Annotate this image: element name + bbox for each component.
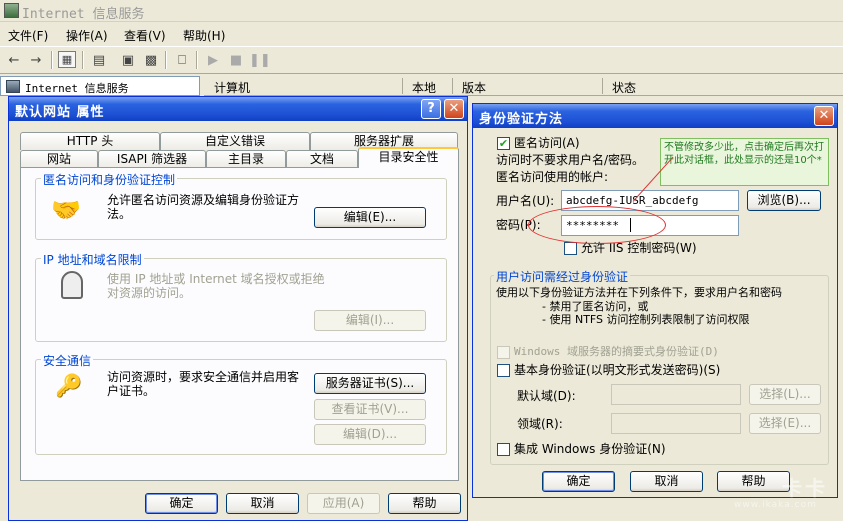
- tab-http-headers[interactable]: HTTP 头: [20, 132, 160, 150]
- basic-auth-checkbox[interactable]: [497, 364, 510, 377]
- main-title-bar: Internet 信息服务: [0, 0, 843, 22]
- secure-group-label: 安全通信: [41, 352, 94, 369]
- integrated-auth-checkbox[interactable]: [497, 443, 510, 456]
- username-label: 用户名(U):: [496, 194, 555, 208]
- toolbar-separator: [82, 51, 84, 69]
- highlight-ellipse: [528, 206, 666, 244]
- tab-custom-errors[interactable]: 自定义错误: [160, 132, 310, 150]
- ip-description: 使用 IP 地址或 Internet 域名授权或拒绝对资源的访问。: [107, 272, 325, 300]
- auth-description: 使用以下身份验证方法并在下列条件下，要求用户名和密码: [496, 286, 782, 299]
- basic-auth-label: 基本身份验证(以明文形式发送密码)(S): [514, 363, 721, 377]
- auth-title-bar: 身份验证方法 ✕: [473, 104, 837, 128]
- browse-button[interactable]: 浏览(B)...: [747, 190, 821, 211]
- export-list-icon[interactable]: ▤: [89, 51, 109, 70]
- auth-condition-1: - 禁用了匿名访问，或: [542, 300, 649, 313]
- allow-iis-checkbox[interactable]: [564, 242, 577, 255]
- auth-title: 身份验证方法: [479, 112, 564, 127]
- back-arrow-icon[interactable]: ←: [4, 51, 24, 70]
- select-domain-button[interactable]: 选择(L)...: [749, 384, 821, 405]
- show-tree-icon[interactable]: ▦: [58, 51, 76, 68]
- forward-arrow-icon[interactable]: →: [26, 51, 46, 70]
- column-divider: [402, 78, 403, 94]
- anon-description: 允许匿名访问资源及编辑身份验证方法。: [107, 193, 300, 221]
- auth-methods-dialog: 身份验证方法 ✕ ✔ 匿名访问(A) 访问时不要求用户名/密码。 匿名访问使用的…: [472, 103, 838, 498]
- lock-icon: [61, 271, 83, 299]
- tab-documents[interactable]: 文档: [286, 150, 358, 168]
- anon-account-text: 匿名访问使用的帐户:: [496, 170, 609, 184]
- menu-help[interactable]: 帮助(H): [183, 27, 225, 44]
- toolbar: ← → ▦ ▤ ▣ ▩ ⎕ ▶ ■ ❚❚: [0, 46, 843, 74]
- computer-icon[interactable]: ⎕: [172, 51, 192, 70]
- menu-view[interactable]: 查看(V): [124, 27, 166, 44]
- view-certificate-button[interactable]: 查看证书(V)...: [314, 399, 426, 420]
- close-icon[interactable]: ✕: [444, 99, 464, 119]
- tab-directory-security[interactable]: 目录安全性: [358, 147, 459, 168]
- tab-website[interactable]: 网站: [20, 150, 98, 168]
- secure-edit-button[interactable]: 编辑(D)...: [314, 424, 426, 445]
- watermark-url: www.ikaka.com: [734, 500, 817, 510]
- tab-isapi-filters[interactable]: ISAPI 筛选器: [98, 150, 206, 168]
- stop-icon[interactable]: ■: [226, 51, 246, 70]
- key-icon: 🔑: [55, 374, 83, 399]
- refresh-view-icon[interactable]: ▩: [141, 51, 161, 70]
- anon-edit-button[interactable]: 编辑(E)...: [314, 207, 426, 228]
- column-divider: [602, 78, 603, 94]
- column-status[interactable]: 状态: [612, 79, 636, 96]
- tree-pane: Internet 信息服务: [0, 76, 200, 96]
- toolbar-separator: [165, 51, 167, 69]
- realm-input[interactable]: [611, 413, 741, 434]
- anon-group-label: 匿名访问和身份验证控制: [41, 171, 178, 188]
- list-header: 计算机 本地 版本 状态: [204, 76, 843, 96]
- no-credentials-text: 访问时不要求用户名/密码。: [496, 153, 645, 167]
- secure-description: 访问资源时，要求安全通信并启用客户证书。: [107, 370, 300, 398]
- column-version[interactable]: 版本: [462, 79, 486, 96]
- close-icon[interactable]: ✕: [814, 106, 834, 126]
- column-local[interactable]: 本地: [412, 79, 436, 96]
- auth-group-label: 用户访问需经过身份验证: [494, 268, 631, 285]
- auth-condition-2: - 使用 NTFS 访问控制列表限制了访问权限: [542, 313, 750, 326]
- auth-ok-button[interactable]: 确定: [542, 471, 615, 492]
- anon-access-label: 匿名访问(A): [514, 136, 580, 150]
- properties-cancel-button[interactable]: 取消: [226, 493, 299, 514]
- properties-title: 默认网站 属性: [15, 105, 105, 120]
- ip-group-label: IP 地址和域名限制: [41, 251, 144, 268]
- select-realm-button[interactable]: 选择(E)...: [749, 413, 821, 434]
- start-icon[interactable]: ▶: [203, 51, 223, 70]
- menu-bar: 文件(F) 操作(A) 查看(V) 帮助(H): [0, 23, 843, 44]
- directory-security-panel: 匿名访问和身份验证控制 🤝 允许匿名访问资源及编辑身份验证方法。 编辑(E)..…: [20, 167, 459, 481]
- default-domain-label: 默认域(D):: [517, 389, 576, 403]
- pause-icon[interactable]: ❚❚: [249, 51, 271, 70]
- anon-access-checkbox[interactable]: ✔: [497, 137, 510, 150]
- watermark-brand: 卡卡: [782, 476, 828, 500]
- toolbar-separator: [51, 51, 53, 69]
- tab-home-directory[interactable]: 主目录: [206, 150, 286, 168]
- server-certificate-button[interactable]: 服务器证书(S)...: [314, 373, 426, 394]
- iis-server-icon: [6, 80, 20, 93]
- toolbar-separator: [196, 51, 198, 69]
- tree-item-iis[interactable]: Internet 信息服务: [25, 80, 129, 96]
- properties-apply-button[interactable]: 应用(A): [307, 493, 380, 514]
- properties-icon[interactable]: ▣: [118, 51, 138, 70]
- site-watermark: 卡卡 www.ikaka.com: [716, 468, 838, 516]
- properties-help-button[interactable]: 帮助: [388, 493, 461, 514]
- default-domain-input[interactable]: [611, 384, 741, 405]
- digest-auth-checkbox[interactable]: [497, 346, 510, 359]
- annotation-note: 不管修改多少此，点击确定后再次打开此对话框，此处显示的还是10个*: [660, 138, 829, 186]
- properties-ok-button[interactable]: 确定: [145, 493, 218, 514]
- properties-title-bar: 默认网站 属性 ? ✕: [9, 97, 467, 121]
- app-title: Internet 信息服务: [22, 7, 145, 22]
- column-divider: [452, 78, 453, 94]
- menu-action[interactable]: 操作(A): [66, 27, 108, 44]
- menu-file[interactable]: 文件(F): [8, 27, 48, 44]
- realm-label: 领域(R):: [517, 417, 563, 431]
- properties-dialog: 默认网站 属性 ? ✕ HTTP 头 自定义错误 服务器扩展 网站 ISAPI …: [8, 96, 468, 521]
- auth-cancel-button[interactable]: 取消: [630, 471, 703, 492]
- handshake-icon: 🤝: [51, 196, 81, 224]
- ip-edit-button[interactable]: 编辑(I)...: [314, 310, 426, 331]
- column-computer[interactable]: 计算机: [214, 79, 250, 96]
- help-icon[interactable]: ?: [421, 99, 441, 119]
- integrated-auth-label: 集成 Windows 身份验证(N): [514, 442, 666, 456]
- iis-app-icon: [4, 3, 19, 18]
- digest-auth-label: Windows 域服务器的摘要式身份验证(D): [514, 345, 719, 358]
